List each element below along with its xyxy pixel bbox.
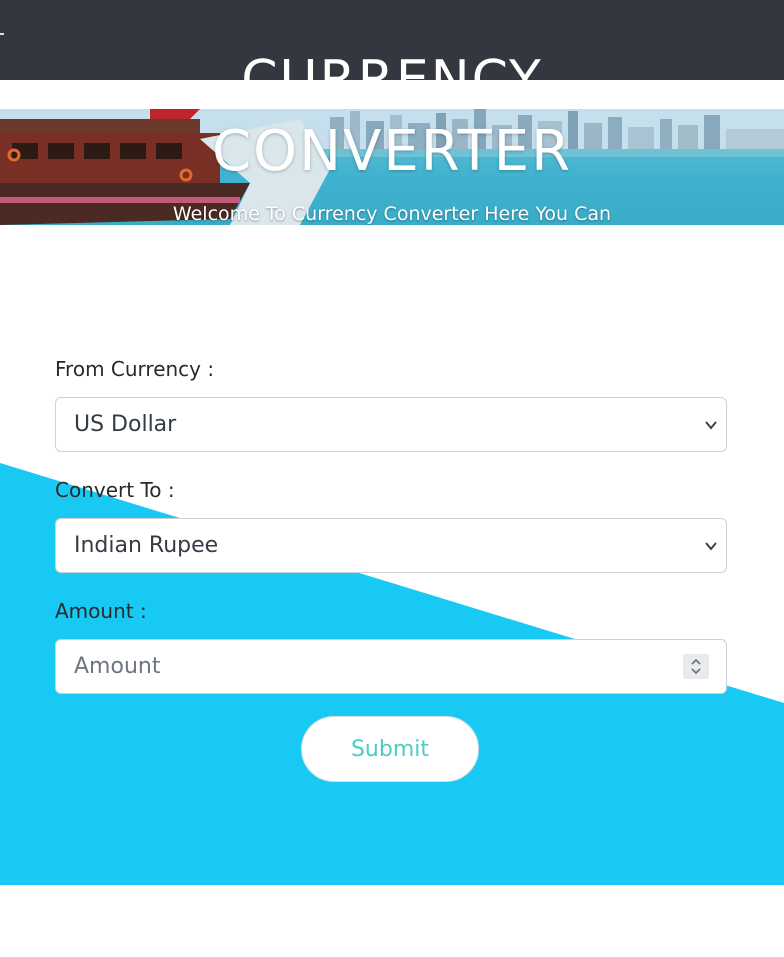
spinner-arrows-icon: [691, 658, 701, 675]
convert-to-select[interactable]: Indian Rupee: [55, 518, 727, 573]
title-overflow: CURRENCY: [0, 0, 784, 80]
spinner-icon[interactable]: [683, 654, 709, 679]
page-title-line1: CURRENCY: [241, 50, 543, 80]
amount-label: Amount :: [55, 599, 147, 623]
convert-to-value: Indian Rupee: [74, 533, 219, 558]
page-title-line2: CONVERTER: [211, 119, 573, 184]
submit-button[interactable]: Submit: [301, 716, 479, 782]
from-currency-label: From Currency :: [55, 357, 215, 381]
page-subtitle: Welcome To Currency Converter Here You C…: [172, 203, 612, 225]
chevron-down-icon: [705, 421, 717, 430]
from-currency-value: US Dollar: [74, 412, 177, 437]
chevron-down-icon: [705, 542, 717, 551]
amount-input[interactable]: [56, 640, 674, 693]
from-currency-select[interactable]: US Dollar: [55, 397, 727, 452]
convert-to-label: Convert To :: [55, 478, 175, 502]
amount-field: [55, 639, 727, 694]
header-gap: [0, 80, 784, 109]
